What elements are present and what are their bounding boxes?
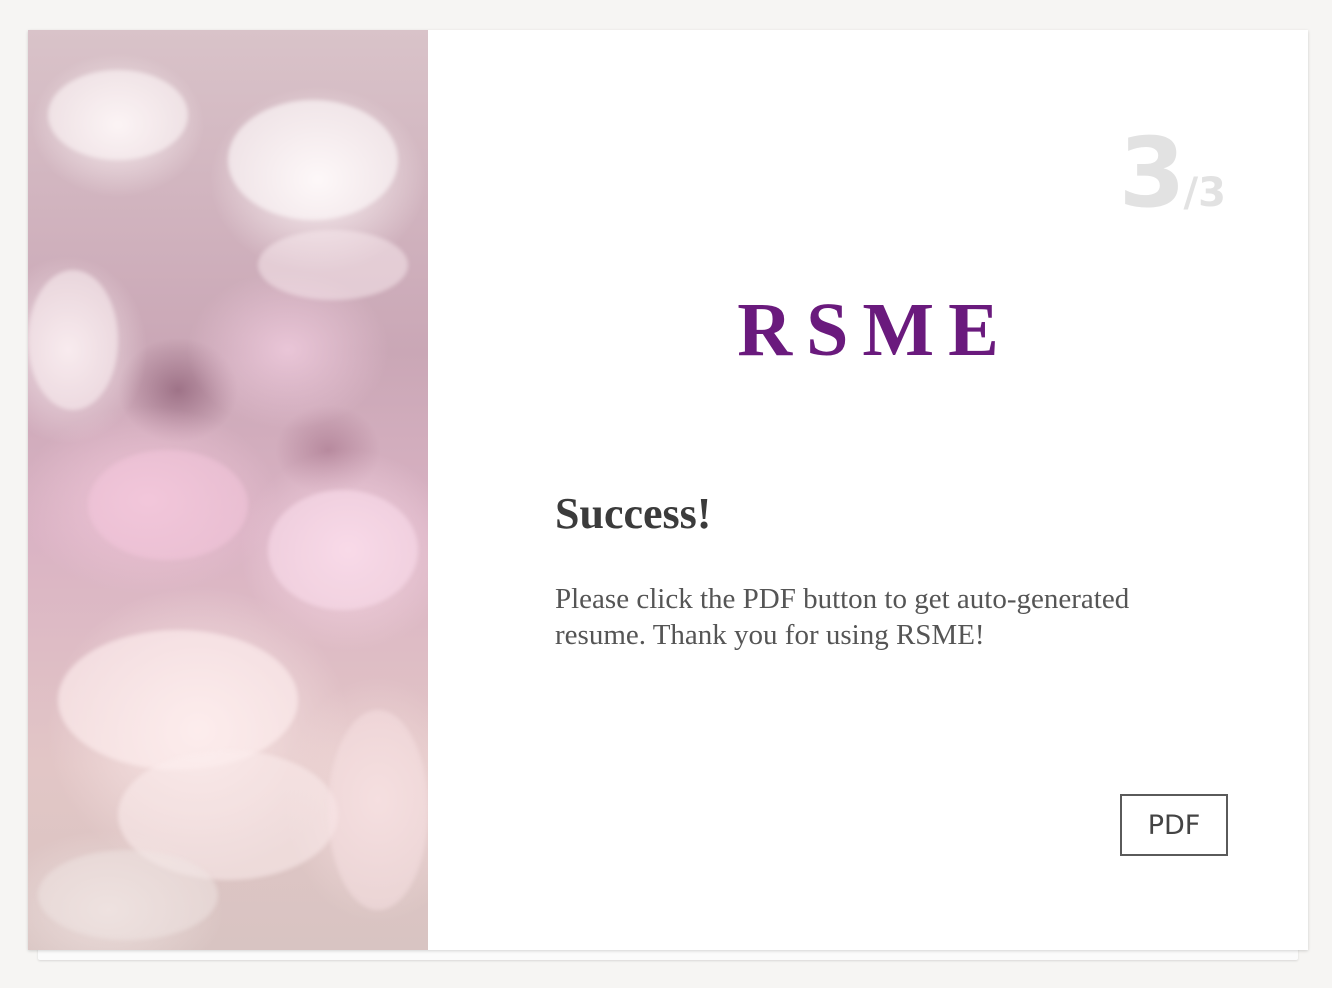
step-counter: 3/3	[1119, 125, 1226, 221]
total-steps: /3	[1183, 170, 1226, 216]
success-heading: Success!	[555, 489, 712, 538]
form-card: 3/3 RSME Success! Please click the PDF b…	[28, 30, 1308, 950]
pdf-button[interactable]: PDF	[1120, 794, 1228, 856]
brand-logo-text: RSME	[737, 288, 1013, 372]
success-message: Please click the PDF button to get auto-…	[555, 583, 1130, 651]
peony-flowers-image	[28, 30, 428, 950]
current-step: 3	[1118, 117, 1186, 229]
